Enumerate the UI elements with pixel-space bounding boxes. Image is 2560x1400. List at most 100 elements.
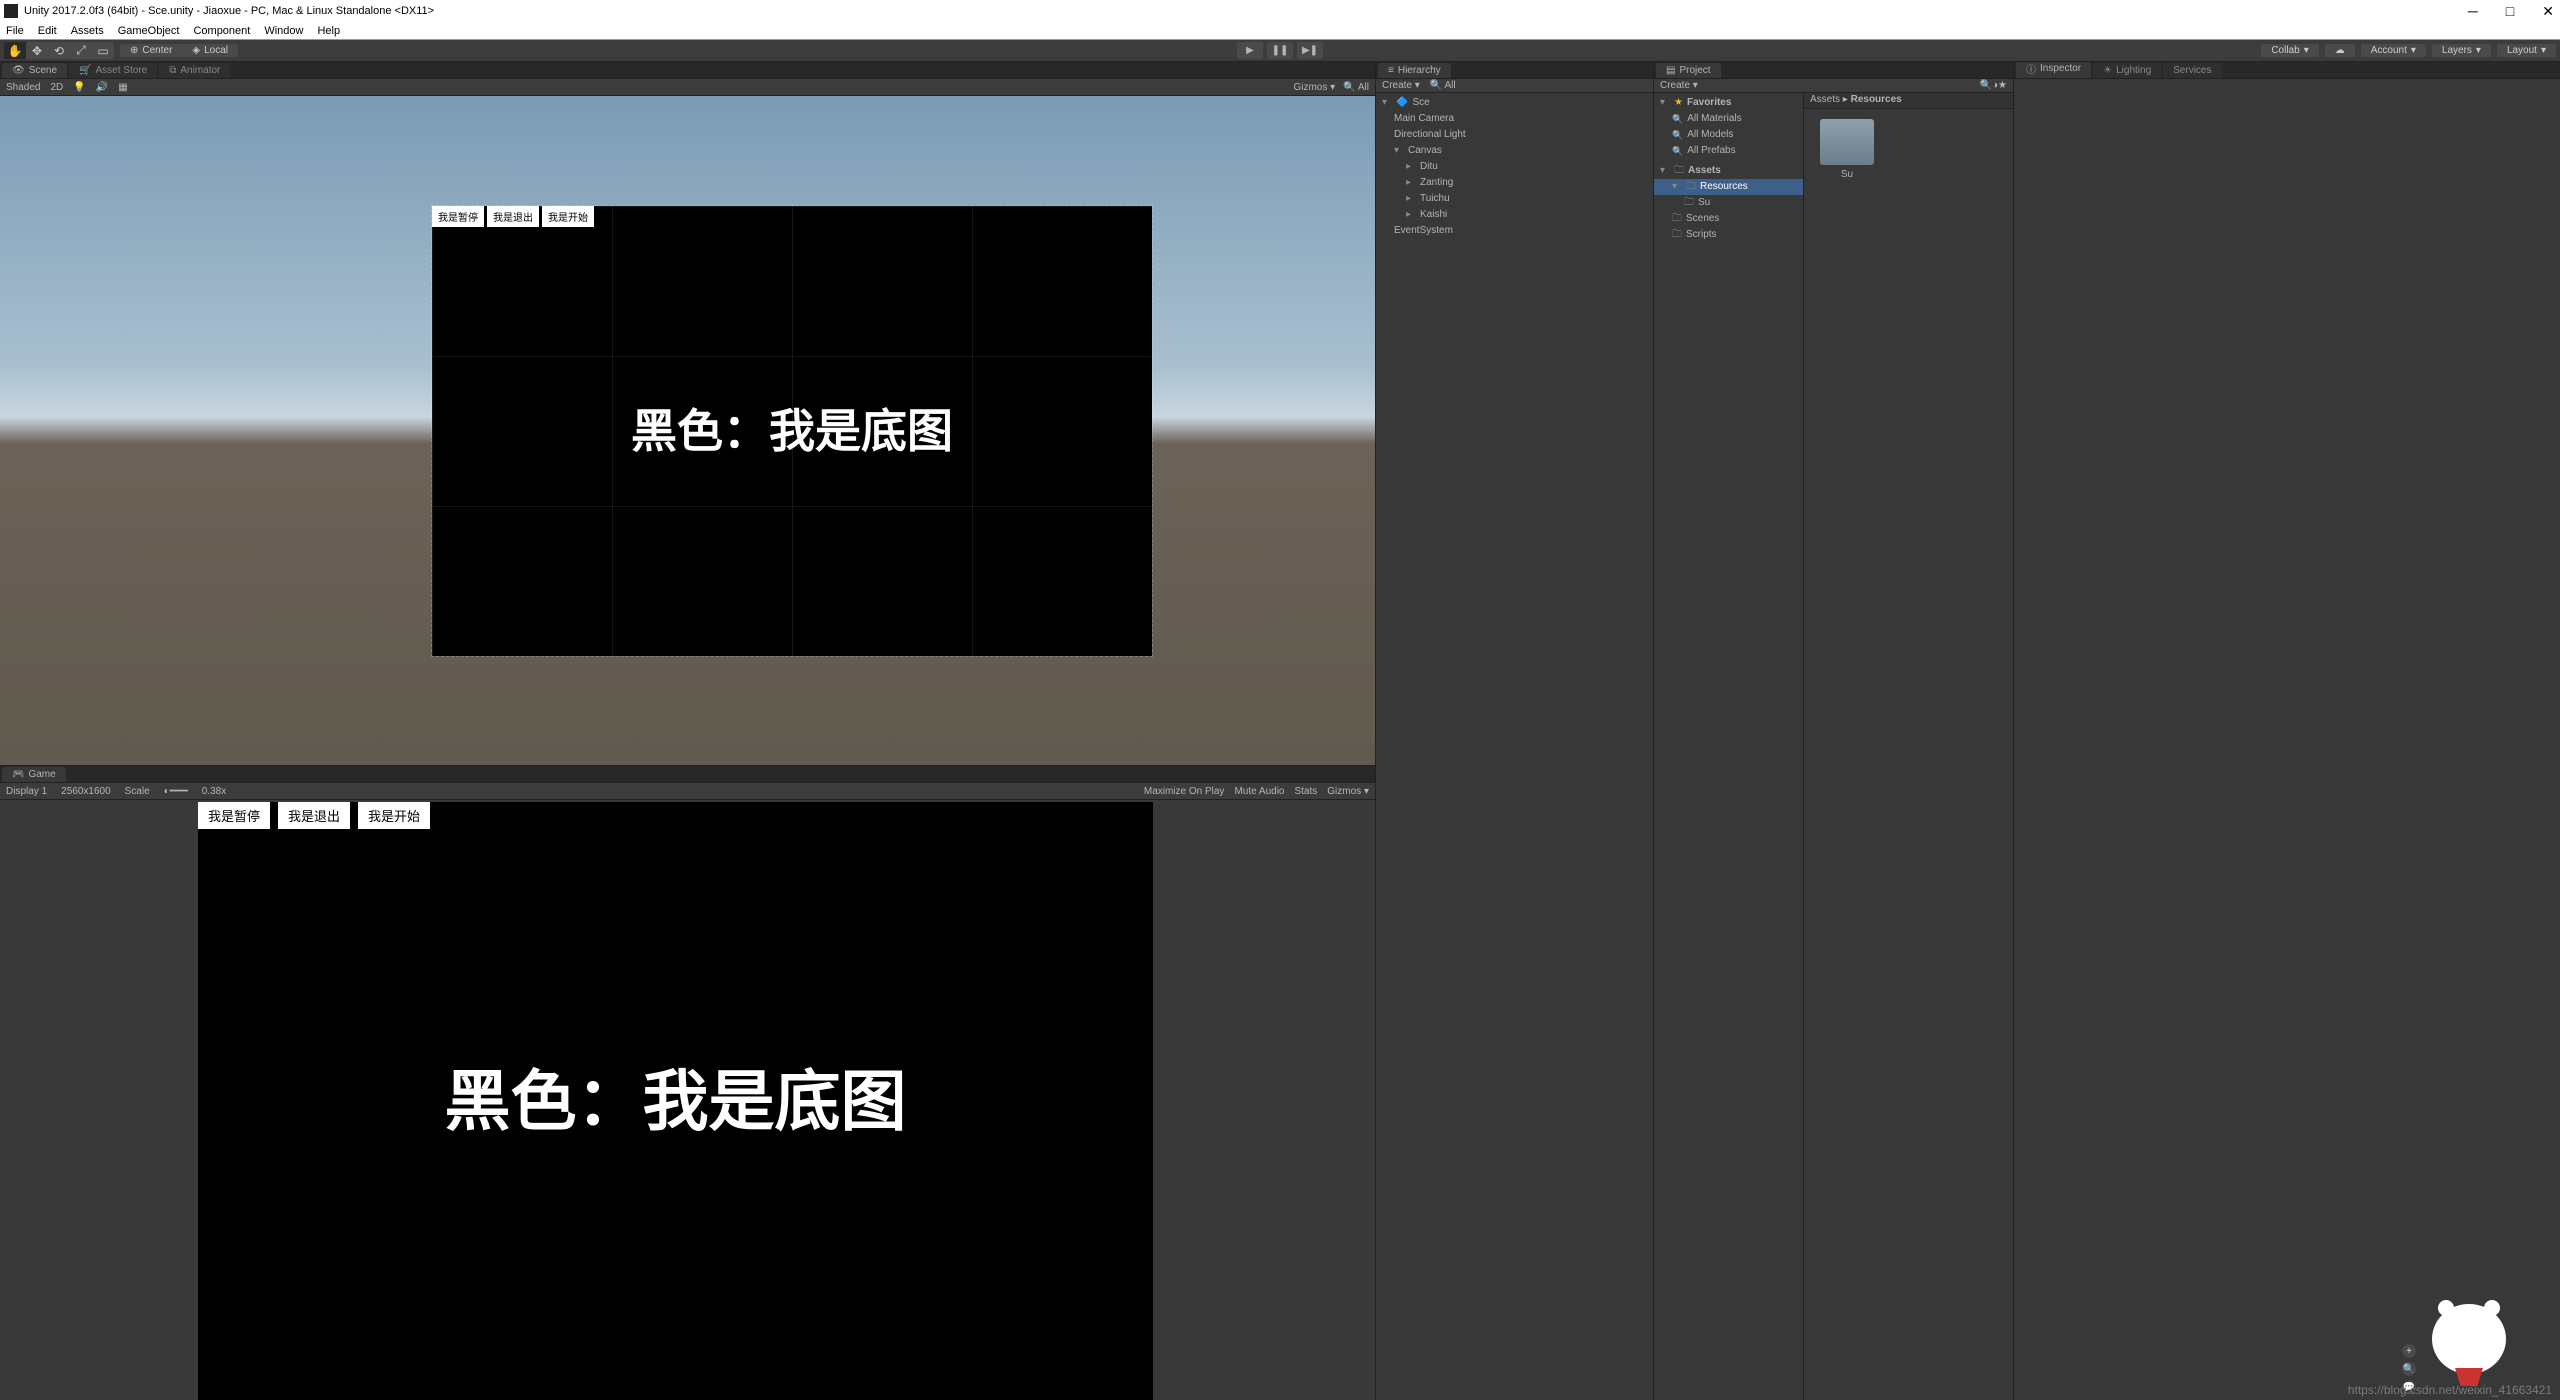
mascot-action-search[interactable]: 🔍 bbox=[2402, 1362, 2416, 1376]
resolution-dropdown[interactable]: 2560x1600 bbox=[61, 786, 111, 797]
scene-toolbar: Shaded 2D 💡 🔊 ▦ Gizmos ▾ 🔍 All bbox=[0, 79, 1375, 96]
tab-animator[interactable]: ⧉ Animator bbox=[159, 63, 230, 78]
project-folder-resources[interactable]: ▾🗀 Resources bbox=[1654, 179, 1803, 195]
project-folder-su[interactable]: 🗀 Su bbox=[1654, 195, 1803, 211]
maximize-on-play-toggle[interactable]: Maximize On Play bbox=[1144, 786, 1225, 797]
layers-dropdown[interactable]: Layers ▾ bbox=[2432, 44, 2491, 57]
maximize-icon[interactable]: □ bbox=[2506, 3, 2514, 20]
layout-dropdown[interactable]: Layout ▾ bbox=[2497, 44, 2556, 57]
menu-assets[interactable]: Assets bbox=[71, 25, 104, 37]
fx-toggle-icon[interactable]: ▦ bbox=[118, 82, 127, 93]
cloud-icon[interactable]: ☁ bbox=[2325, 44, 2355, 57]
menu-help[interactable]: Help bbox=[317, 25, 340, 37]
scene-canvas-rect[interactable]: 我是暂停 我是退出 我是开始 黑色：我是底图 bbox=[432, 206, 1152, 656]
project-favorites[interactable]: ▾★ Favorites bbox=[1654, 95, 1803, 111]
hierarchy-tab-strip: ≡ Hierarchy bbox=[1376, 62, 1653, 79]
game-ui-button-start[interactable]: 我是开始 bbox=[358, 802, 430, 829]
move-tool-icon[interactable]: ✥ bbox=[26, 42, 48, 59]
display-dropdown[interactable]: Display 1 bbox=[6, 786, 47, 797]
inspector-body: + 🔍 💬 bbox=[2014, 79, 2560, 1400]
scene-ui-button-exit[interactable]: 我是退出 bbox=[487, 206, 539, 227]
menu-component[interactable]: Component bbox=[193, 25, 250, 37]
game-ui-button-exit[interactable]: 我是退出 bbox=[278, 802, 350, 829]
project-fav-models[interactable]: 🔍 All Models bbox=[1654, 127, 1803, 143]
audio-toggle-icon[interactable]: 🔊 bbox=[96, 82, 108, 93]
pivot-center-toggle[interactable]: ⊕ Center bbox=[120, 44, 182, 57]
stats-toggle[interactable]: Stats bbox=[1294, 786, 1317, 797]
tab-scene[interactable]: 👁 Scene bbox=[2, 63, 67, 78]
close-icon[interactable]: ✕ bbox=[2542, 3, 2554, 20]
mode-2d-toggle[interactable]: 2D bbox=[50, 82, 63, 93]
watermark-text: https://blog.csdn.net/weixin_41663421 bbox=[2348, 1383, 2552, 1397]
project-star-icon[interactable]: ★ bbox=[1998, 80, 2007, 91]
lighting-toggle-icon[interactable]: 💡 bbox=[73, 82, 85, 93]
scene-viewport[interactable]: 我是暂停 我是退出 我是开始 黑色：我是底图 bbox=[0, 96, 1375, 765]
tab-lighting[interactable]: ☀ Lighting bbox=[2093, 63, 2161, 78]
hierarchy-item-ditu[interactable]: ▸Ditu bbox=[1376, 159, 1653, 175]
project-search-icon[interactable]: 🔍 bbox=[1980, 80, 1992, 91]
hierarchy-item-canvas[interactable]: ▾Canvas bbox=[1376, 143, 1653, 159]
hierarchy-scene-row[interactable]: ▾🔷 Sce bbox=[1376, 95, 1653, 111]
scene-ui-button-start[interactable]: 我是开始 bbox=[542, 206, 594, 227]
game-gizmos-dropdown[interactable]: Gizmos ▾ bbox=[1327, 786, 1369, 797]
game-toolbar: Display 1 2560x1600 Scale ◐━━━ 0.38x Max… bbox=[0, 783, 1375, 800]
tab-asset-store[interactable]: 🛒 Asset Store bbox=[69, 63, 157, 78]
project-folder-scripts[interactable]: 🗀 Scripts bbox=[1654, 227, 1803, 243]
hierarchy-item-camera[interactable]: Main Camera bbox=[1376, 111, 1653, 127]
game-viewport[interactable]: 我是暂停 我是退出 我是开始 黑色：我是底图 bbox=[0, 800, 1375, 1400]
step-button[interactable]: ▶❚ bbox=[1297, 42, 1323, 59]
tab-services[interactable]: Services bbox=[2163, 63, 2221, 78]
hierarchy-item-zanting[interactable]: ▸Zanting bbox=[1376, 175, 1653, 191]
tab-game[interactable]: 🎮 Game bbox=[2, 767, 66, 782]
project-fav-prefabs[interactable]: 🔍 All Prefabs bbox=[1654, 143, 1803, 159]
main-toolbar: ✋ ✥ ⟲ ⤢ ▭ ⊕ Center ◈ Local ▶ ❚❚ ▶❚ Colla… bbox=[0, 40, 2560, 62]
project-assets[interactable]: ▾🗀 Assets bbox=[1654, 163, 1803, 179]
play-button[interactable]: ▶ bbox=[1237, 42, 1263, 59]
folder-icon bbox=[1820, 119, 1874, 165]
asset-folder-su[interactable]: Su bbox=[1814, 119, 1880, 180]
mute-audio-toggle[interactable]: Mute Audio bbox=[1234, 786, 1284, 797]
hierarchy-create-dropdown[interactable]: Create ▾ bbox=[1382, 80, 1420, 91]
pause-button[interactable]: ❚❚ bbox=[1267, 42, 1293, 59]
shading-mode-dropdown[interactable]: Shaded bbox=[6, 82, 40, 93]
unity-logo-icon bbox=[4, 4, 18, 18]
window-title: Unity 2017.2.0f3 (64bit) - Sce.unity - J… bbox=[24, 5, 434, 17]
menu-edit[interactable]: Edit bbox=[38, 25, 57, 37]
hierarchy-item-kaishi[interactable]: ▸Kaishi bbox=[1376, 207, 1653, 223]
breadcrumb-resources[interactable]: Resources bbox=[1851, 94, 1902, 105]
rect-tool-icon[interactable]: ▭ bbox=[92, 42, 114, 59]
hierarchy-item-eventsystem[interactable]: EventSystem bbox=[1376, 223, 1653, 239]
hierarchy-item-light[interactable]: Directional Light bbox=[1376, 127, 1653, 143]
game-tab-strip: 🎮 Game bbox=[0, 766, 1375, 783]
minimize-icon[interactable]: ─ bbox=[2468, 3, 2478, 20]
account-dropdown[interactable]: Account ▾ bbox=[2361, 44, 2426, 57]
menu-file[interactable]: File bbox=[6, 25, 24, 37]
scene-tab-strip: 👁 Scene 🛒 Asset Store ⧉ Animator bbox=[0, 62, 1375, 79]
project-assets-grid[interactable]: Su bbox=[1804, 109, 2013, 1400]
local-global-toggle[interactable]: ◈ Local bbox=[182, 44, 238, 57]
tab-hierarchy[interactable]: ≡ Hierarchy bbox=[1378, 63, 1451, 78]
project-create-dropdown[interactable]: Create ▾ bbox=[1660, 80, 1698, 91]
scale-label: Scale bbox=[125, 786, 150, 797]
hand-tool-icon[interactable]: ✋ bbox=[4, 42, 26, 59]
scale-tool-icon[interactable]: ⤢ bbox=[70, 42, 92, 59]
mascot-action-add[interactable]: + bbox=[2402, 1344, 2416, 1358]
scale-slider[interactable]: ◐━━━ bbox=[164, 786, 188, 797]
search-all-dropdown[interactable]: 🔍 All bbox=[1343, 82, 1369, 93]
menu-window[interactable]: Window bbox=[264, 25, 303, 37]
breadcrumb-assets[interactable]: Assets bbox=[1810, 94, 1840, 105]
collab-dropdown[interactable]: Collab ▾ bbox=[2261, 44, 2318, 57]
gizmos-dropdown[interactable]: Gizmos ▾ bbox=[1293, 82, 1335, 93]
rotate-tool-icon[interactable]: ⟲ bbox=[48, 42, 70, 59]
hierarchy-item-tuichu[interactable]: ▸Tuichu bbox=[1376, 191, 1653, 207]
menu-bar: File Edit Assets GameObject Component Wi… bbox=[0, 22, 2560, 40]
project-folder-scenes[interactable]: 🗀 Scenes bbox=[1654, 211, 1803, 227]
scene-ui-button-pause[interactable]: 我是暂停 bbox=[432, 206, 484, 227]
game-ui-button-pause[interactable]: 我是暂停 bbox=[198, 802, 270, 829]
menu-gameobject[interactable]: GameObject bbox=[118, 25, 180, 37]
game-canvas-rect: 我是暂停 我是退出 我是开始 黑色：我是底图 bbox=[198, 802, 1153, 1400]
hierarchy-search-all[interactable]: 🔍 All bbox=[1430, 80, 1456, 91]
tab-project[interactable]: ▤ Project bbox=[1656, 63, 1721, 78]
scene-background-text: 黑色：我是底图 bbox=[631, 399, 953, 463]
project-fav-materials[interactable]: 🔍 All Materials bbox=[1654, 111, 1803, 127]
